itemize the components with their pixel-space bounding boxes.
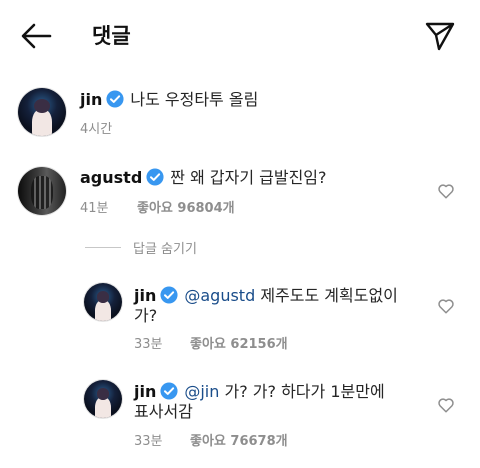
comment-row: agustd 짠 왜 갑자기 급발진임? bbox=[80, 168, 327, 188]
comments-screen: 댓글 jin 나도 우정타투 올림 4시간 agustd 짠 왜 갑자기 급발진임?… bbox=[0, 0, 480, 468]
reply-time: 33분 bbox=[134, 434, 163, 449]
comment-username[interactable]: agustd bbox=[80, 168, 142, 187]
divider-line bbox=[85, 247, 121, 248]
reply-row: jin @agustd 제주도도 계획도없이 bbox=[134, 286, 398, 306]
share-button[interactable] bbox=[424, 20, 456, 52]
reply-text: 제주도도 계획도없이 bbox=[260, 286, 398, 305]
reply-likes-button[interactable]: 좋아요 62156개 bbox=[190, 333, 288, 352]
comment-likes-button[interactable]: 좋아요 96804개 bbox=[137, 197, 235, 216]
reply-text: 가? 가? 하다가 1분만에 bbox=[224, 382, 385, 401]
reply-time: 33분 bbox=[134, 337, 163, 352]
caption-time: 4시간 bbox=[80, 122, 113, 137]
comment-time: 41분 bbox=[80, 201, 109, 216]
reply-row: jin @jin 가? 가? 하다가 1분만에 bbox=[134, 382, 385, 402]
verified-badge-icon bbox=[160, 382, 178, 400]
reply-likes-button[interactable]: 좋아요 76678개 bbox=[190, 430, 288, 449]
reply-mention-link[interactable]: @jin bbox=[184, 382, 219, 401]
arrow-left-icon bbox=[21, 23, 52, 49]
avatar-agustd[interactable] bbox=[18, 167, 66, 215]
avatar-jin[interactable] bbox=[84, 283, 122, 321]
header-bar: 댓글 bbox=[0, 0, 480, 72]
reply-text-continued: 표사서감 bbox=[134, 402, 193, 421]
avatar-jin[interactable] bbox=[84, 380, 122, 418]
reply-mention-link[interactable]: @agustd bbox=[184, 286, 255, 305]
reply-text-continued: 가? bbox=[134, 306, 158, 325]
heart-outline-icon[interactable] bbox=[437, 182, 455, 200]
paper-plane-icon bbox=[425, 22, 455, 51]
verified-badge-icon bbox=[106, 90, 124, 108]
heart-outline-icon[interactable] bbox=[437, 396, 455, 414]
avatar-jin[interactable] bbox=[18, 88, 66, 136]
hide-replies-label: 답글 숨기기 bbox=[133, 242, 197, 257]
caption-row: jin 나도 우정타투 올림 bbox=[80, 90, 258, 110]
page-title: 댓글 bbox=[92, 24, 131, 48]
comment-text: 짠 왜 갑자기 급발진임? bbox=[170, 168, 327, 187]
verified-badge-icon bbox=[146, 168, 164, 186]
back-button[interactable] bbox=[16, 18, 56, 54]
verified-badge-icon bbox=[160, 286, 178, 304]
reply-username[interactable]: jin bbox=[134, 382, 156, 401]
reply-username[interactable]: jin bbox=[134, 286, 156, 305]
caption-username[interactable]: jin bbox=[80, 90, 102, 109]
heart-outline-icon[interactable] bbox=[437, 297, 455, 315]
caption-text: 나도 우정타투 올림 bbox=[130, 90, 259, 109]
